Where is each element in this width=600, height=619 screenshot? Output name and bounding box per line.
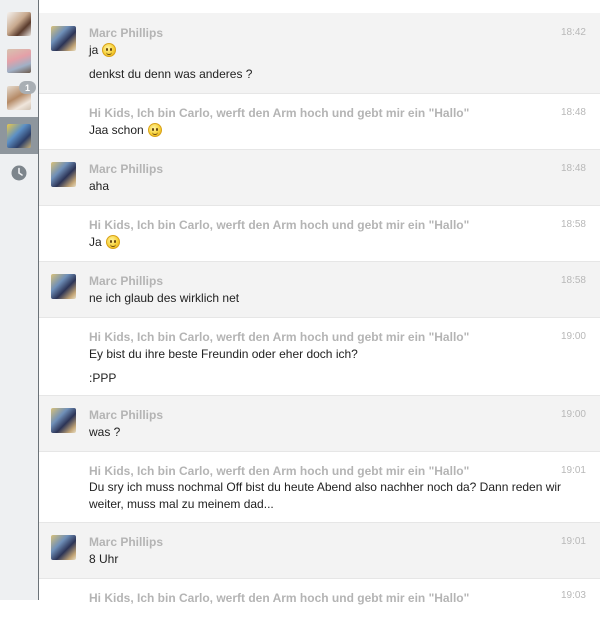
message-text: ne ich glaub des wirklich net <box>89 291 240 305</box>
message-sender: Hi Kids, Ich bin Carlo, werft den Arm ho… <box>89 591 470 605</box>
message-sender: Hi Kids, Ich bin Carlo, werft den Arm ho… <box>89 106 470 120</box>
message-item: Hi Kids, Ich bin Carlo, werft den Arm ho… <box>39 579 600 619</box>
message-time: 19:01 <box>560 465 586 476</box>
message-sender: Hi Kids, Ich bin Carlo, werft den Arm ho… <box>89 330 470 344</box>
message-time: 18:58 <box>560 275 586 286</box>
message-text: 8 Uhr <box>89 552 119 566</box>
avatar <box>51 535 76 560</box>
message-time: 18:48 <box>560 163 586 174</box>
message-text: Du sry ich muss nochmal Off bist du heut… <box>89 480 562 511</box>
message-text: Ja <box>89 235 120 249</box>
message-text: Ey bist du ihre beste Freundin oder eher… <box>89 347 358 361</box>
rolling-eyes-emoji-icon <box>102 43 117 57</box>
wink-emoji-icon <box>147 123 162 137</box>
message-sender: Marc Phillips <box>89 274 164 288</box>
message-sender: Marc Phillips <box>89 535 164 549</box>
message-time: 19:00 <box>560 331 586 342</box>
unread-badge: 1 <box>19 81 36 94</box>
contact-avatar <box>7 12 31 36</box>
sidebar-contact-4[interactable] <box>0 117 38 154</box>
message-text: was ? <box>89 425 121 439</box>
contact-avatar <box>7 123 31 148</box>
contacts-sidebar: 1 <box>0 0 39 600</box>
message-text: :PPP <box>89 371 117 385</box>
message-item: Marc Phillips 18:48 aha <box>39 150 600 206</box>
message-item: Marc Phillips 18:42 ja denkst du denn wa… <box>39 13 600 94</box>
clock-icon <box>11 165 27 181</box>
history-button[interactable] <box>0 155 38 191</box>
sidebar-contact-2[interactable] <box>0 43 38 79</box>
message-text: aha <box>89 179 110 193</box>
message-sender: Marc Phillips <box>89 26 164 40</box>
message-sender: Hi Kids, Ich bin Carlo, werft den Arm ho… <box>89 464 470 478</box>
message-time: 18:42 <box>560 27 586 38</box>
chat-messages[interactable]: Marc Phillips 18:42 ja denkst du denn wa… <box>39 0 600 619</box>
message-time: 18:48 <box>560 107 586 118</box>
message-sender: Marc Phillips <box>89 408 164 422</box>
message-time: 18:58 <box>560 219 586 230</box>
message-item: Hi Kids, Ich bin Carlo, werft den Arm ho… <box>39 94 600 150</box>
message-item: Marc Phillips 19:01 8 Uhr <box>39 523 600 579</box>
message-item: Hi Kids, Ich bin Carlo, werft den Arm ho… <box>39 318 600 396</box>
sidebar-contact-1[interactable] <box>0 6 38 42</box>
message-text: denkst du denn was anderes ? <box>89 67 253 81</box>
message-item: Marc Phillips 18:58 ne ich glaub des wir… <box>39 262 600 318</box>
avatar <box>51 408 76 433</box>
message-item: Marc Phillips 19:00 was ? <box>39 396 600 452</box>
message-sender: Hi Kids, Ich bin Carlo, werft den Arm ho… <box>89 218 470 232</box>
wink-emoji-icon <box>105 235 120 249</box>
message-sender: Marc Phillips <box>89 162 164 176</box>
message-time: 19:03 <box>560 590 586 601</box>
message-item: Hi Kids, Ich bin Carlo, werft den Arm ho… <box>39 452 600 523</box>
message-item: Hi Kids, Ich bin Carlo, werft den Arm ho… <box>39 206 600 262</box>
contact-avatar <box>7 49 31 73</box>
message-text: Jaa schon <box>89 123 162 137</box>
message-time: 19:00 <box>560 409 586 420</box>
message-text: ja <box>89 43 117 57</box>
avatar <box>51 274 76 299</box>
avatar <box>51 26 76 51</box>
message-time: 19:01 <box>560 536 586 547</box>
avatar <box>51 162 76 187</box>
